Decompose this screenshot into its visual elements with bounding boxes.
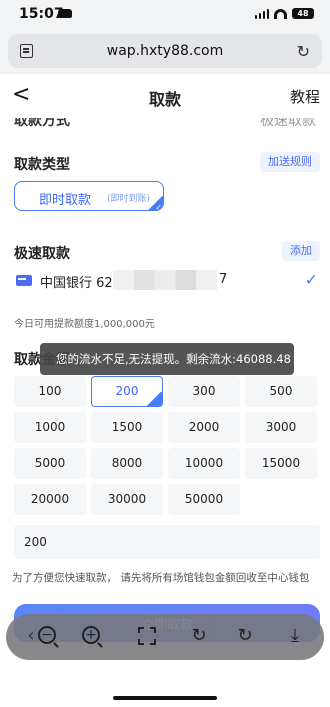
amount-input[interactable] (14, 525, 320, 559)
withdraw-method-label: 取款方式 (14, 118, 70, 128)
amount-option[interactable]: 10000 (168, 448, 240, 479)
amount-option[interactable]: 100 (14, 376, 86, 407)
amount-option[interactable]: 8000 (91, 448, 163, 479)
daily-quota: 今日可用提款额度1,000,000元 (14, 319, 155, 330)
instant-withdraw-sublabel: (即时到账) (107, 194, 151, 204)
address-bar[interactable]: wap.hxty88.com ↻ (8, 34, 322, 68)
amount-option[interactable]: 20000 (14, 484, 86, 515)
selected-check-icon (147, 196, 163, 210)
bonus-rules-link[interactable]: 加送规则 (260, 152, 320, 172)
amount-option[interactable]: 30000 (91, 484, 163, 515)
amount-option[interactable]: 15000 (245, 448, 317, 479)
bank-card-icon (16, 275, 32, 286)
tutorial-link[interactable]: 教程 (290, 86, 320, 107)
add-bank-link[interactable]: 添加 (282, 241, 320, 261)
zoom-in-icon[interactable]: + (82, 626, 100, 644)
withdraw-page: < 取款 教程 取款方式 极速取款 取款类型 加送规则 即时取款 (即时到账) … (0, 74, 330, 707)
home-indicator (113, 696, 217, 700)
amount-options: 100 200 300 500 1000 1500 2000 3000 5000… (14, 376, 320, 515)
nav-bar: < 取款 教程 (0, 74, 330, 118)
amount-option[interactable]: 50000 (168, 484, 240, 515)
instant-withdraw-option[interactable]: 即时取款 (即时到账) (14, 181, 164, 211)
amount-option[interactable]: 2000 (168, 412, 240, 443)
amount-option[interactable]: 3000 (245, 412, 317, 443)
url-text[interactable]: wap.hxty88.com (8, 43, 322, 59)
status-bar: 15:07 48 (0, 0, 330, 30)
bank-card-row[interactable]: 中国银行 621 7 ✓ (0, 270, 330, 300)
car-icon (58, 9, 72, 18)
page-title: 取款 (148, 90, 181, 109)
withdraw-method-value[interactable]: 极速取款 (260, 118, 316, 128)
amount-option[interactable]: 500 (245, 376, 317, 407)
instant-withdraw-label: 即时取款 (39, 193, 92, 208)
amount-option-selected[interactable]: 200 (91, 376, 163, 407)
amount-option[interactable]: 1000 (14, 412, 86, 443)
status-time: 15:07 (19, 6, 64, 22)
battery-icon: 48 (292, 8, 314, 19)
bank-name: 中国银行 621 (40, 276, 121, 291)
account-number-mask (113, 270, 217, 290)
signal-icon (254, 8, 269, 19)
reload-icon[interactable]: ↻ (297, 42, 310, 61)
download-icon[interactable]: ⤓ (282, 623, 308, 649)
amount-option[interactable]: 5000 (14, 448, 86, 479)
withdraw-type-title: 取款类型 (14, 157, 70, 173)
amount-option[interactable]: 1500 (91, 412, 163, 443)
withdraw-method-row: 取款方式 极速取款 (0, 118, 330, 128)
selected-check-icon (146, 380, 162, 406)
status-indicators: 48 (254, 8, 314, 19)
insufficient-turnover-toast: 您的流水不足,无法提现。剩余流水:46088.48 (40, 343, 294, 375)
wifi-icon (274, 8, 287, 19)
wallet-tip: 为了方便您快速取款， 请先将所有场馆钱包金额回收至中心钱包 (12, 572, 310, 584)
bookmark-refresh-icon[interactable]: ↻ (232, 623, 258, 649)
account-suffix: 7 (219, 272, 228, 287)
checkmark-icon: ✓ (304, 270, 318, 289)
rotate-icon[interactable]: ↻ (186, 623, 212, 649)
amount-option[interactable]: 300 (168, 376, 240, 407)
fast-withdraw-title: 极速取款 (14, 246, 70, 262)
browser-toolbar: ‹ − + ↻ ↻ ⤓ (6, 614, 324, 660)
fit-screen-icon[interactable] (138, 627, 156, 645)
zoom-out-icon[interactable]: − (38, 626, 56, 644)
